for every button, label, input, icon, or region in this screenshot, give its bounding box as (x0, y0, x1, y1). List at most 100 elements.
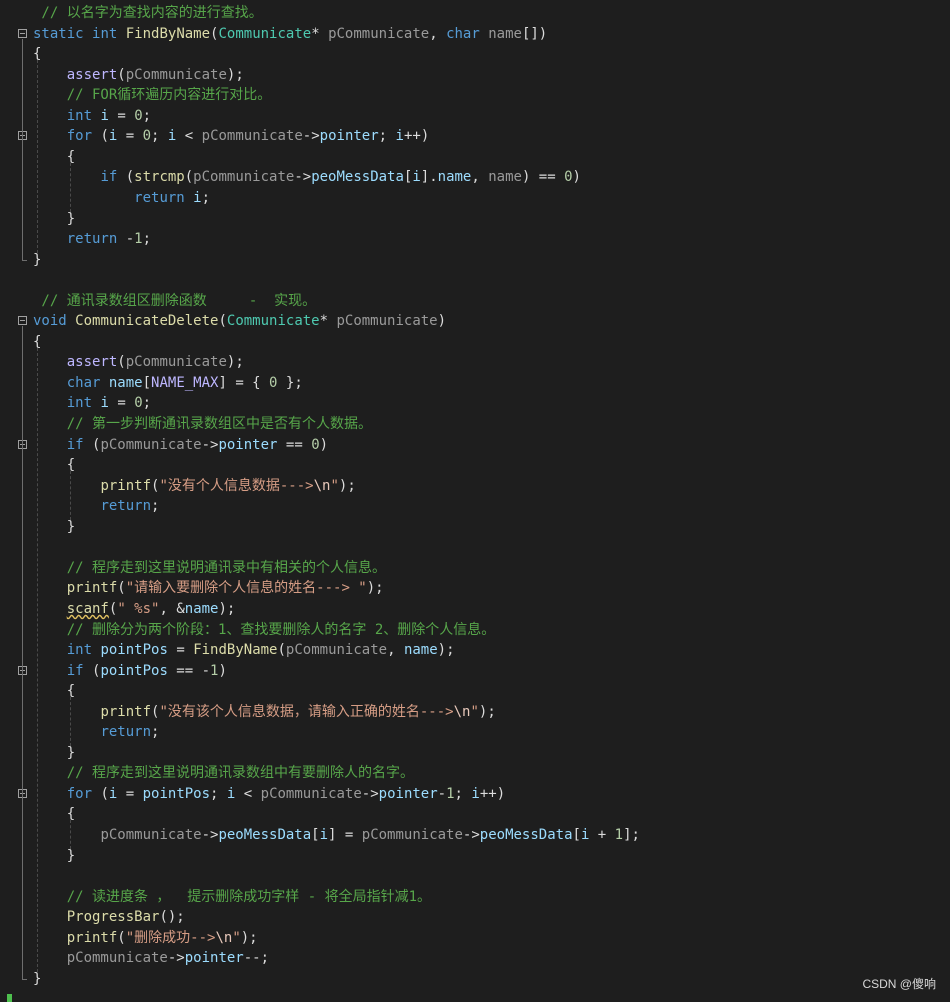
code-line[interactable]: assert(pCommunicate); (0, 65, 950, 85)
code-token: ) (319, 436, 329, 453)
code-line[interactable]: for (i = pointPos; i < pCommunicate->poi… (0, 784, 950, 804)
code-line[interactable]: } (0, 969, 950, 989)
code-text: return; (33, 722, 159, 742)
code-line[interactable]: ProgressBar(); (0, 907, 950, 927)
code-token: pCommunicate (193, 169, 295, 186)
code-line[interactable]: void CommunicateDelete(Communicate* pCom… (0, 311, 950, 331)
code-token: [ (572, 827, 581, 843)
code-token: i (100, 395, 109, 412)
code-line[interactable]: static int FindByName(Communicate* pComm… (0, 24, 950, 44)
code-token: return (100, 724, 152, 741)
code-line[interactable]: pCommunicate->pointer--; (0, 948, 950, 968)
code-line[interactable]: printf("删除成功-->\n"); (0, 928, 950, 948)
code-line[interactable]: scanf(" %s", &name); (0, 599, 950, 619)
code-line[interactable]: return; (0, 496, 950, 516)
code-line[interactable]: return -1; (0, 229, 950, 249)
code-token: \n (313, 477, 331, 494)
code-line[interactable]: } (0, 846, 950, 866)
code-line[interactable]: char name[NAME_MAX] = { 0 }; (0, 373, 950, 393)
code-text: pCommunicate->pointer--; (33, 948, 269, 968)
code-token: printf (66, 580, 118, 597)
code-text: { (33, 681, 75, 701)
code-line[interactable]: } (0, 517, 950, 537)
code-line[interactable] (0, 866, 950, 886)
code-token: peoMessData (218, 827, 312, 843)
code-token: -> (302, 128, 320, 145)
code-line[interactable]: pCommunicate->peoMessData[i] = pCommunic… (0, 825, 950, 845)
code-line[interactable]: // 程序走到这里说明通讯录数组中有要删除人的名字。 (0, 763, 950, 783)
code-line[interactable]: printf("请输入要删除个人信息的姓名---> "); (0, 578, 950, 598)
code-line[interactable]: { (0, 332, 950, 352)
code-token: ( (218, 313, 227, 330)
code-token: pCommunicate (100, 436, 202, 453)
code-line[interactable]: // 通讯录数组区删除函数 - 实现。 (0, 291, 950, 311)
code-token: , (387, 642, 404, 659)
code-line[interactable]: if (pointPos == -1) (0, 661, 950, 681)
code-line[interactable]: int i = 0; (0, 393, 950, 413)
code-line[interactable]: int pointPos = FindByName(pCommunicate, … (0, 640, 950, 660)
code-token: 0 (142, 128, 152, 145)
code-editor[interactable]: // 以名字为查找内容的进行查找。 static int FindByName(C… (0, 0, 950, 1002)
code-line[interactable] (0, 270, 950, 290)
code-token: = (117, 785, 143, 802)
code-token: { (33, 683, 76, 700)
code-line[interactable]: // FOR循环遍历内容进行对比。 (0, 85, 950, 105)
code-line[interactable]: } (0, 743, 950, 763)
code-line[interactable]: int i = 0; (0, 106, 950, 126)
code-token: printf (100, 703, 152, 720)
code-line[interactable]: assert(pCommunicate); (0, 352, 950, 372)
code-line[interactable]: if (pCommunicate->pointer == 0) (0, 435, 950, 455)
code-text: if (pointPos == -1) (33, 661, 227, 681)
indent-guide (70, 471, 71, 521)
indent-guide (37, 347, 38, 973)
code-line[interactable]: { (0, 455, 950, 475)
code-token: ( (83, 662, 101, 679)
code-line[interactable]: { (0, 44, 950, 64)
code-line[interactable] (0, 537, 950, 557)
code-token: printf (100, 477, 152, 494)
code-token: ( (117, 66, 126, 83)
code-line[interactable]: printf("没有个人信息数据--->\n"); (0, 476, 950, 496)
code-token: assert (66, 66, 118, 83)
code-line[interactable]: // 读进度条 ， 提示删除成功字样 - 将全局指针减1。 (0, 887, 950, 907)
code-text: assert(pCommunicate); (33, 65, 244, 85)
code-line[interactable]: { (0, 804, 950, 824)
code-line[interactable]: printf("没有该个人信息数据，请输入正确的姓名--->\n"); (0, 702, 950, 722)
code-text: { (33, 147, 75, 167)
code-token: return (100, 498, 152, 515)
code-line[interactable]: // 程序走到这里说明通讯录中有相关的个人信息。 (0, 558, 950, 578)
code-line[interactable]: // 第一步判断通讯录数组区中是否有个人数据。 (0, 414, 950, 434)
code-line[interactable]: { (0, 681, 950, 701)
code-token: assert (66, 354, 118, 371)
code-text: printf("没有个人信息数据--->\n"); (33, 476, 355, 496)
code-token: ) (437, 313, 447, 330)
code-token: ( (184, 169, 194, 186)
code-line[interactable]: } (0, 250, 950, 270)
code-token: -> (201, 436, 219, 453)
fold-toggle-icon[interactable] (18, 316, 27, 326)
code-token: // 程序走到这里说明通讯录数组中有要删除人的名字。 (66, 765, 415, 782)
code-line[interactable]: { (0, 147, 950, 167)
code-line[interactable]: for (i = 0; i < pCommunicate->pointer; i… (0, 126, 950, 146)
code-line[interactable]: if (strcmp(pCommunicate->peoMessData[i].… (0, 167, 950, 187)
code-line[interactable]: } (0, 209, 950, 229)
code-token: = (108, 395, 135, 412)
code-token: // 以名字为查找内容的进行查找。 (33, 5, 263, 21)
code-line[interactable]: // 删除分为两个阶段：1、查找要删除人的名字 2、删除个人信息。 (0, 620, 950, 640)
fold-toggle-icon[interactable] (18, 28, 27, 38)
code-token: // 通讯录数组区删除函数 - 实现。 (33, 292, 317, 309)
code-line[interactable]: // 以名字为查找内容的进行查找。 (0, 3, 950, 23)
code-line[interactable]: return i; (0, 188, 950, 208)
code-token: ; (142, 107, 152, 124)
code-line[interactable]: return; (0, 722, 950, 742)
